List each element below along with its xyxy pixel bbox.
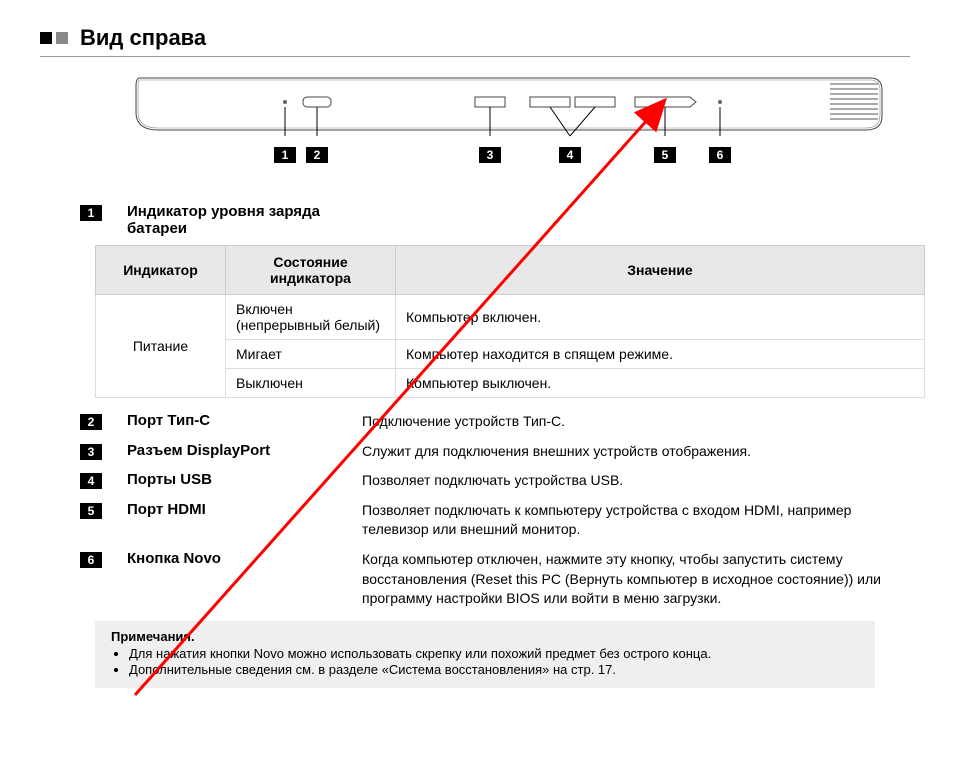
item-1-label: Индикатор уровня заряда батареи — [127, 203, 362, 237]
td-mean-1: Компьютер включен. — [396, 295, 925, 340]
item-2-desc: Подключение устройств Тип-С. — [362, 412, 910, 432]
callout-4: 4 — [559, 147, 581, 163]
port-indicator-icon — [283, 100, 287, 104]
item-5-label: Порт HDMI — [127, 501, 362, 518]
heading-rule — [40, 56, 910, 57]
indicator-table-wrap: Индикатор Состояние индикатора Значение … — [95, 245, 875, 398]
notes-item-2: Дополнительные сведения см. в разделе «С… — [129, 662, 859, 677]
item-5-row: 5 Порт HDMI Позволяет подключать к компь… — [80, 501, 910, 540]
item-5-desc: Позволяет подключать к компьютеру устрой… — [362, 501, 910, 540]
section-heading-row: Вид справа — [40, 25, 910, 51]
item-4-desc: Позволяет подключать устройства USB. — [362, 471, 910, 491]
td-indicator: Питание — [96, 295, 226, 398]
bullet-dark-icon — [40, 32, 52, 44]
laptop-side-figure — [130, 72, 910, 140]
item-1-row: 1 Индикатор уровня заряда батареи — [80, 203, 910, 237]
callout-2: 2 — [306, 147, 328, 163]
item-6-label: Кнопка Novo — [127, 550, 362, 567]
item-2-num: 2 — [80, 414, 102, 430]
item-6-num: 6 — [80, 552, 102, 568]
item-4-num: 4 — [80, 473, 102, 489]
th-meaning: Значение — [396, 246, 925, 295]
item-3-label: Разъем DisplayPort — [127, 442, 362, 459]
notes-title: Примечания. — [111, 629, 859, 644]
item-1-num: 1 — [80, 205, 102, 221]
td-state-3: Выключен — [226, 369, 396, 398]
th-state: Состояние индикатора — [226, 246, 396, 295]
item-3-desc: Служит для подключения внешних устройств… — [362, 442, 910, 462]
item-2-row: 2 Порт Тип-С Подключение устройств Тип-С… — [80, 412, 910, 432]
item-6-desc: Когда компьютер отключен, нажмите эту кн… — [362, 550, 910, 609]
td-mean-3: Компьютер выключен. — [396, 369, 925, 398]
heading-bullets — [40, 32, 68, 44]
indicator-table: Индикатор Состояние индикатора Значение … — [95, 245, 925, 398]
port-novo-icon — [718, 100, 722, 104]
td-state-2: Мигает — [226, 340, 396, 369]
item-3-num: 3 — [80, 444, 102, 460]
callout-6: 6 — [709, 147, 731, 163]
port-type-c-icon — [303, 97, 331, 107]
notes-item-1: Для нажатия кнопки Novo можно использова… — [129, 646, 859, 661]
port-displayport-icon — [475, 97, 505, 107]
page-title: Вид справа — [80, 25, 206, 51]
notes-list: Для нажатия кнопки Novo можно использова… — [129, 646, 859, 677]
port-usb-1-icon — [530, 97, 570, 107]
callout-1: 1 — [274, 147, 296, 163]
item-4-label: Порты USB — [127, 471, 362, 488]
table-row: Питание Включен (непрерывный белый) Комп… — [96, 295, 925, 340]
callout-5: 5 — [654, 147, 676, 163]
bullet-light-icon — [56, 32, 68, 44]
item-4-row: 4 Порты USB Позволяет подключать устройс… — [80, 471, 910, 491]
td-mean-2: Компьютер находится в спящем режиме. — [396, 340, 925, 369]
item-5-num: 5 — [80, 503, 102, 519]
th-indicator: Индикатор — [96, 246, 226, 295]
callout-number-row: 1 2 3 4 5 6 — [130, 145, 910, 175]
callout-3: 3 — [479, 147, 501, 163]
port-hdmi-icon — [635, 97, 696, 107]
notes-box: Примечания. Для нажатия кнопки Novo можн… — [95, 621, 875, 688]
item-2-label: Порт Тип-С — [127, 412, 362, 429]
item-3-row: 3 Разъем DisplayPort Служит для подключе… — [80, 442, 910, 462]
item-6-row: 6 Кнопка Novo Когда компьютер отключен, … — [80, 550, 910, 609]
port-usb-2-icon — [575, 97, 615, 107]
laptop-side-svg — [130, 72, 890, 137]
td-state-1: Включен (непрерывный белый) — [226, 295, 396, 340]
table-header-row: Индикатор Состояние индикатора Значение — [96, 246, 925, 295]
